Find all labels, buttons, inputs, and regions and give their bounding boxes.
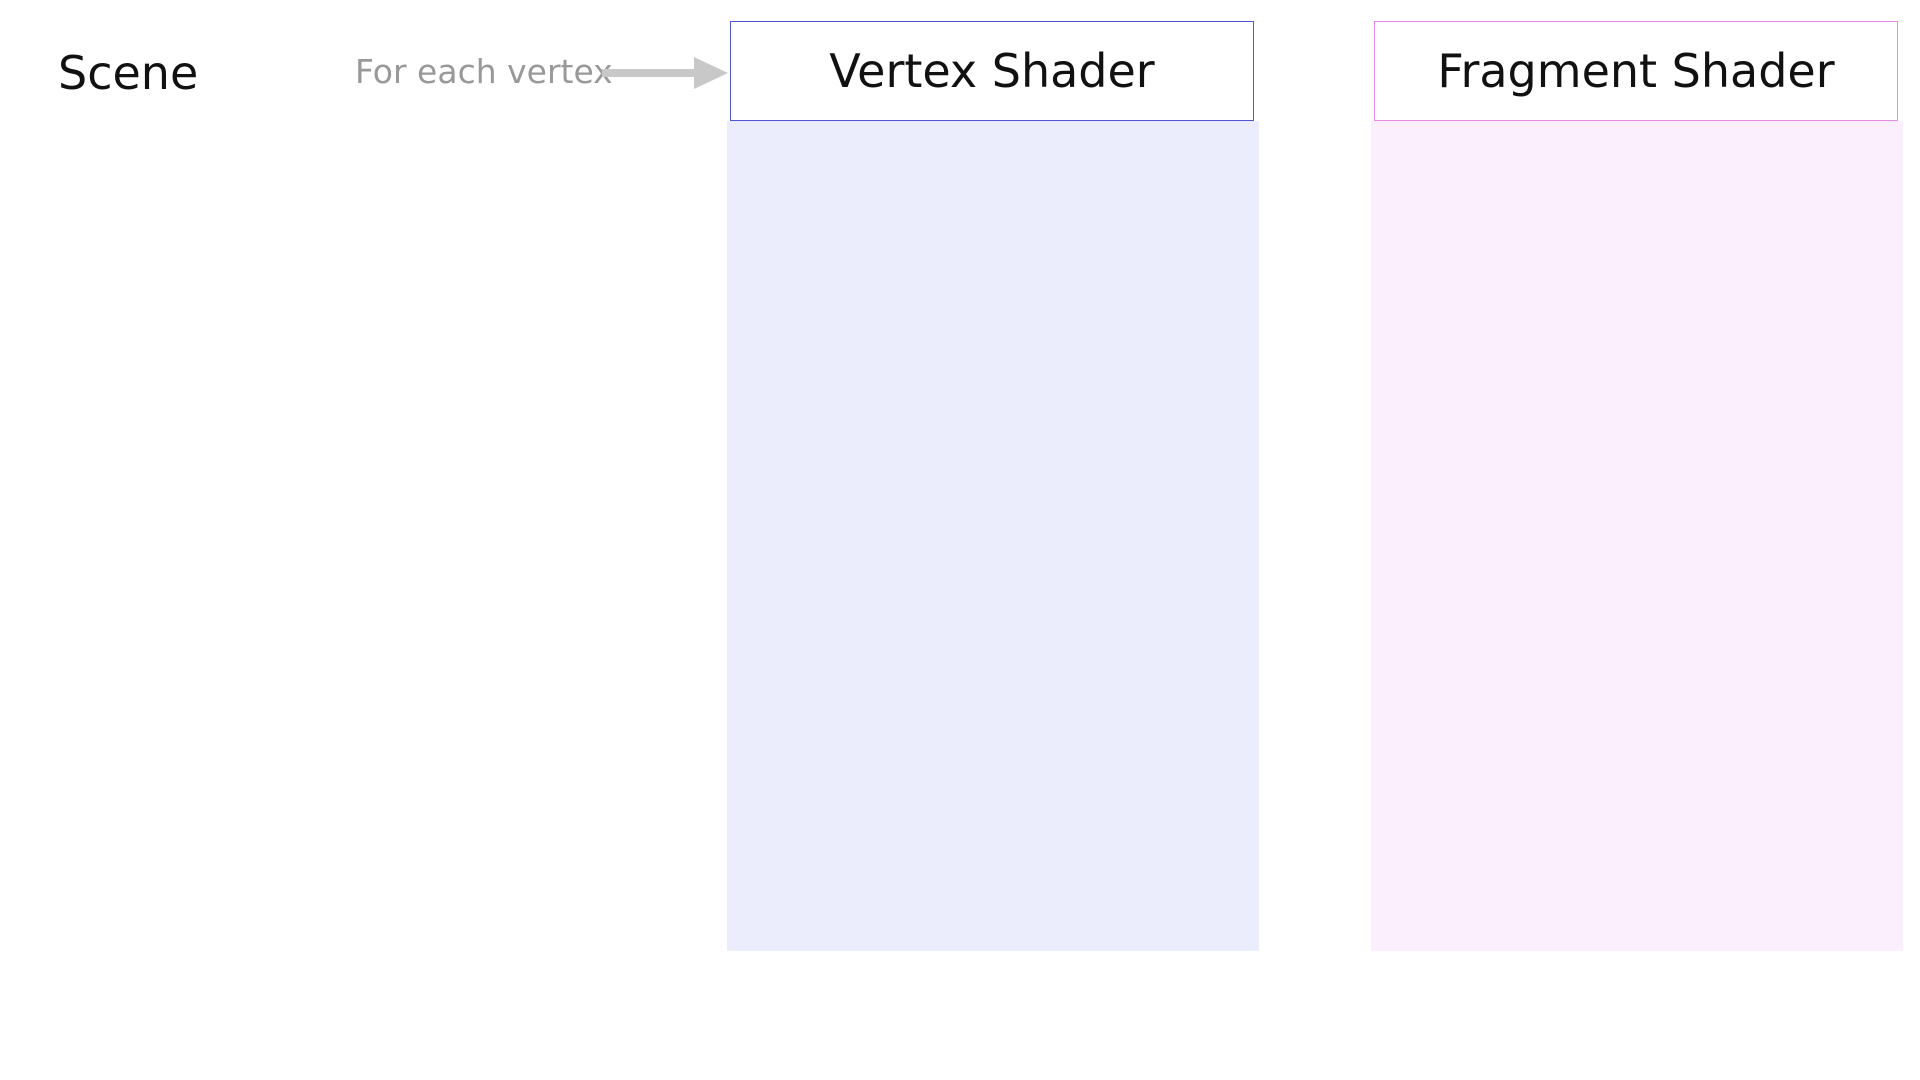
vertex-shader-stage: Vertex Shader (727, 21, 1259, 951)
fragment-shader-stage: Fragment Shader (1371, 21, 1903, 951)
fragment-shader-body (1371, 121, 1903, 951)
scene-title: Scene (58, 46, 199, 100)
arrow-head (694, 57, 728, 89)
vertex-shader-header: Vertex Shader (730, 21, 1254, 121)
pipeline-diagram: Scene For each vertex Vertex Shader Frag… (0, 0, 1920, 1080)
vertex-shader-body (727, 121, 1259, 951)
fragment-shader-header: Fragment Shader (1374, 21, 1898, 121)
right-arrow-icon (602, 57, 728, 89)
for-each-vertex-label: For each vertex (355, 52, 613, 91)
